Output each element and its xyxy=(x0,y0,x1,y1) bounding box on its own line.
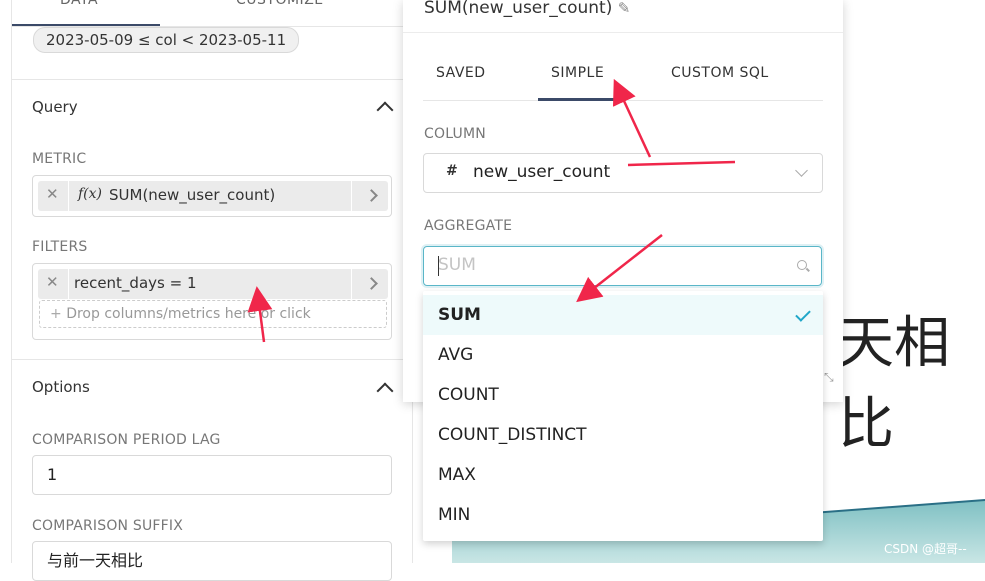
arrow-to-column xyxy=(627,160,736,167)
arrow-to-simple-tab xyxy=(612,78,652,158)
arrow-to-filter xyxy=(247,286,273,343)
annotation-arrows xyxy=(247,78,736,343)
arrow-to-sum-option xyxy=(576,234,663,303)
